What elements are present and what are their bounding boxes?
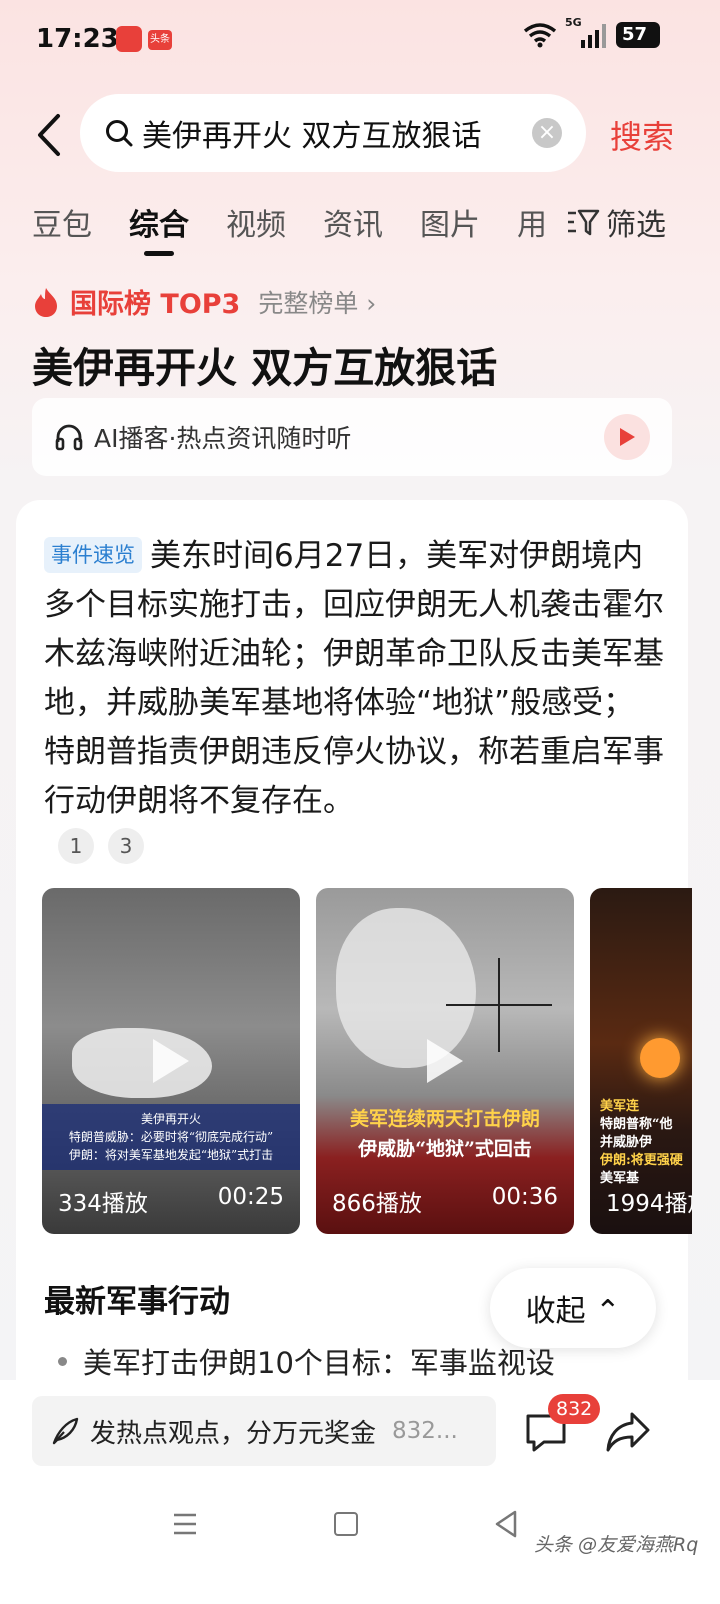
section-title: 最新军事行动 bbox=[44, 1284, 230, 1320]
topic-title: 美伊再开火 双方互放狠话 bbox=[32, 344, 498, 392]
search-button[interactable]: 搜索 bbox=[610, 112, 674, 158]
filter-icon bbox=[568, 209, 600, 236]
battery-indicator: 57 bbox=[616, 22, 660, 48]
caption-line: 伊朗：将对美军基地发起“地狱”式打击 bbox=[68, 1148, 274, 1162]
video-card[interactable]: 美军连 特朗普称“他 并威胁伊 伊朗:将更强硬 美军基 1994播放 bbox=[590, 888, 692, 1234]
filter-button[interactable]: 筛选 bbox=[566, 200, 666, 244]
video-card[interactable]: 美军连续两天打击伊朗 伊威胁“地狱”式回击 866播放 00:36 bbox=[316, 888, 574, 1234]
video-card[interactable]: 美伊再开火 特朗普威胁：必要时将“彻底完成行动” 伊朗：将对美军基地发起“地狱”… bbox=[42, 888, 300, 1234]
comment-input[interactable]: 发热点观点，分万元奖金 832... bbox=[32, 1396, 496, 1466]
caption-line: 并威胁伊 bbox=[600, 1135, 653, 1150]
home-icon[interactable] bbox=[334, 1512, 358, 1536]
event-tag: 事件速览 bbox=[44, 537, 142, 573]
play-icon bbox=[620, 428, 635, 446]
podcast-play-button[interactable] bbox=[604, 414, 650, 460]
tab-comprehensive[interactable]: 综合 bbox=[129, 200, 189, 256]
caption-line: 特朗普威胁：必要时将“彻底完成行动” bbox=[68, 1130, 274, 1144]
search-tabs: 豆包 综合 视频 资讯 图片 用 bbox=[32, 200, 547, 256]
video-duration: 00:36 bbox=[491, 1184, 558, 1210]
full-ranking-link[interactable]: 完整榜单 › bbox=[258, 284, 376, 320]
caption-line: 美军连 bbox=[600, 1099, 640, 1114]
toutiao-notification-icon: 头条 bbox=[148, 30, 172, 50]
watermark: 头条 @友爱海燕Rq bbox=[534, 1534, 699, 1556]
tab-images[interactable]: 图片 bbox=[420, 200, 480, 244]
video-caption: 美军连 特朗普称“他 并威胁伊 伊朗:将更强硬 美军基 bbox=[590, 1098, 692, 1188]
ai-podcast-bar[interactable]: AI播客·热点资讯随时听 bbox=[32, 398, 672, 476]
summary-text: 美东时间6月27日，美军对伊朗境内多个目标实施打击，回应伊朗无人机袭击霍尔木兹海… bbox=[44, 538, 664, 819]
video-thumbnail bbox=[640, 1038, 680, 1078]
list-item[interactable]: 美军打击伊朗10个目标：军事监视设 bbox=[58, 1340, 555, 1382]
caption-line: 特朗普称“他 bbox=[600, 1117, 673, 1132]
play-icon bbox=[427, 1039, 463, 1083]
video-meta: 1994播放 bbox=[606, 1184, 692, 1218]
status-time: 17:23 bbox=[36, 24, 119, 54]
collapse-button[interactable]: 收起 ⌃ bbox=[490, 1268, 656, 1348]
app-notification-icon bbox=[116, 26, 142, 52]
ranking-row[interactable]: 国际榜 TOP3 完整榜单 › bbox=[32, 282, 376, 321]
podcast-text: AI播客·热点资讯随时听 bbox=[94, 424, 352, 453]
nav-back-icon[interactable] bbox=[494, 1510, 518, 1538]
video-meta: 334播放 00:25 bbox=[58, 1184, 284, 1218]
video-caption: 美伊再开火 特朗普威胁：必要时将“彻底完成行动” 伊朗：将对美军基地发起“地狱”… bbox=[42, 1104, 300, 1170]
video-carousel[interactable]: 美伊再开火 特朗普威胁：必要时将“彻底完成行动” 伊朗：将对美军基地发起“地狱”… bbox=[42, 888, 692, 1234]
headphones-icon bbox=[55, 424, 83, 451]
search-query[interactable]: 美伊再开火 双方互放狠话 bbox=[142, 111, 532, 155]
cellular-signal-icon: 5G bbox=[565, 16, 606, 48]
crosshair-graphic bbox=[446, 1004, 552, 1006]
share-icon[interactable] bbox=[604, 1410, 652, 1454]
bullet-dot bbox=[58, 1356, 67, 1366]
caption-line: 伊朗:将更强硬 bbox=[600, 1153, 683, 1168]
status-icons: 5G 57 bbox=[523, 16, 660, 48]
caption-line: 美伊再开火 bbox=[140, 1112, 201, 1126]
comment-count-hint: 832... bbox=[392, 1418, 458, 1444]
play-count: 1994播放 bbox=[606, 1191, 692, 1217]
tab-news[interactable]: 资讯 bbox=[323, 200, 383, 244]
tab-video[interactable]: 视频 bbox=[226, 200, 286, 244]
recent-apps-icon[interactable] bbox=[172, 1512, 198, 1536]
reference-list: 1 3 bbox=[58, 828, 144, 864]
video-thumbnail bbox=[72, 1028, 212, 1098]
event-summary: 事件速览 美东时间6月27日，美军对伊朗境内多个目标实施打击，回应伊朗无人机袭击霍… bbox=[44, 532, 664, 826]
video-caption: 美军连续两天打击伊朗 伊威胁“地狱”式回击 bbox=[316, 1104, 574, 1164]
reference-chip[interactable]: 1 bbox=[58, 828, 94, 864]
play-count: 334播放 bbox=[58, 1191, 148, 1217]
wifi-icon bbox=[523, 23, 557, 48]
caption-line: 伊威胁“地狱”式回击 bbox=[358, 1138, 532, 1160]
filter-label: 筛选 bbox=[606, 208, 666, 243]
play-count: 866播放 bbox=[332, 1191, 422, 1217]
video-meta: 866播放 00:36 bbox=[332, 1184, 558, 1218]
reference-chip[interactable]: 3 bbox=[108, 828, 144, 864]
comment-count-badge: 832 bbox=[548, 1394, 601, 1424]
caption-line: 美军连续两天打击伊朗 bbox=[349, 1108, 540, 1130]
back-arrow-icon[interactable] bbox=[30, 110, 70, 160]
search-input[interactable]: 美伊再开火 双方互放狠话 × bbox=[80, 94, 586, 172]
flame-icon bbox=[35, 287, 57, 317]
ranking-label: 国际榜 TOP3 bbox=[70, 289, 241, 320]
clear-search-icon[interactable]: × bbox=[532, 118, 562, 148]
comment-placeholder: 发热点观点，分万元奖金 bbox=[90, 1418, 377, 1449]
feather-pen-icon bbox=[52, 1417, 79, 1445]
list-item-text: 美军打击伊朗10个目标：军事监视设 bbox=[83, 1346, 555, 1380]
network-type: 5G bbox=[565, 16, 582, 29]
search-icon bbox=[106, 120, 133, 147]
tab-users[interactable]: 用 bbox=[517, 200, 547, 244]
tab-doubao[interactable]: 豆包 bbox=[32, 200, 92, 244]
video-duration: 00:25 bbox=[217, 1184, 284, 1210]
play-icon bbox=[153, 1039, 189, 1083]
